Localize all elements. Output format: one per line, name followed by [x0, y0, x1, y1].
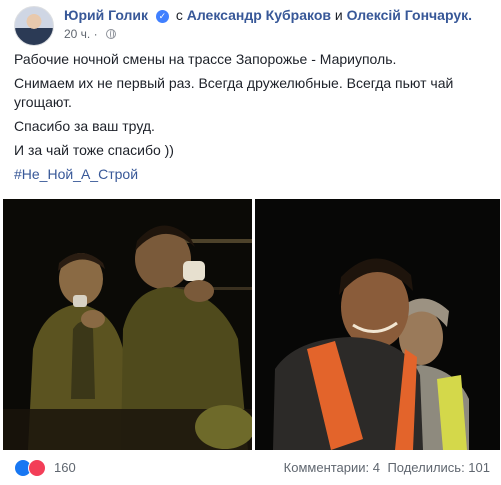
author-name-link[interactable]: Юрий Голик [64, 7, 148, 23]
post-meta: 20 ч. · [64, 27, 116, 41]
tagged-person-1-link[interactable]: Александр Кубраков [187, 7, 331, 23]
author-avatar[interactable] [14, 6, 54, 46]
post-header: Юрий Голик ✓ с Александр Кубраков и Олек… [12, 6, 492, 46]
shares-count-link[interactable]: Поделились: 101 [387, 460, 490, 475]
photo-road-workers-drinking-tea[interactable] [3, 199, 252, 450]
post-line-3: Спасибо за ваш труд. [14, 118, 155, 134]
meta-separator: · [93, 27, 98, 41]
reaction-count[interactable]: 160 [54, 460, 76, 475]
reactions-bar: 160 Комментарии: 4 Поделились: 101 [12, 454, 492, 480]
conjunction: и [334, 7, 343, 23]
hashtag-link[interactable]: #Не_Ной_А_Строй [14, 166, 138, 182]
photo-gallery [3, 199, 500, 450]
globe-icon[interactable] [105, 29, 116, 39]
comments-count-link[interactable]: Комментарии: 4 [284, 460, 380, 475]
reaction-icons[interactable] [14, 459, 48, 477]
post-line-2a: Снимаем их не первый раз. Всегда дружелю… [14, 75, 454, 91]
verified-badge-icon: ✓ [155, 10, 169, 23]
photo-2-art [255, 199, 500, 450]
tagged-person-2-link[interactable]: Олексій Гончарук. [347, 7, 472, 23]
author-line: Юрий Голик ✓ с Александр Кубраков и Олек… [64, 7, 472, 23]
with-prefix: с [175, 7, 183, 23]
post-line-1: Рабочие ночной смены на трассе Запорожье… [14, 51, 397, 67]
post-text: Рабочие ночной смены на трассе Запорожье… [14, 50, 492, 189]
post-line-2b: угощают. [14, 94, 72, 110]
post-timestamp-link[interactable]: 20 ч. [64, 27, 90, 41]
love-icon [28, 459, 46, 477]
photo-1-art [3, 199, 252, 450]
photo-road-workers-portrait[interactable] [255, 199, 500, 450]
post-line-4: И за чай тоже спасибо )) [14, 142, 174, 158]
